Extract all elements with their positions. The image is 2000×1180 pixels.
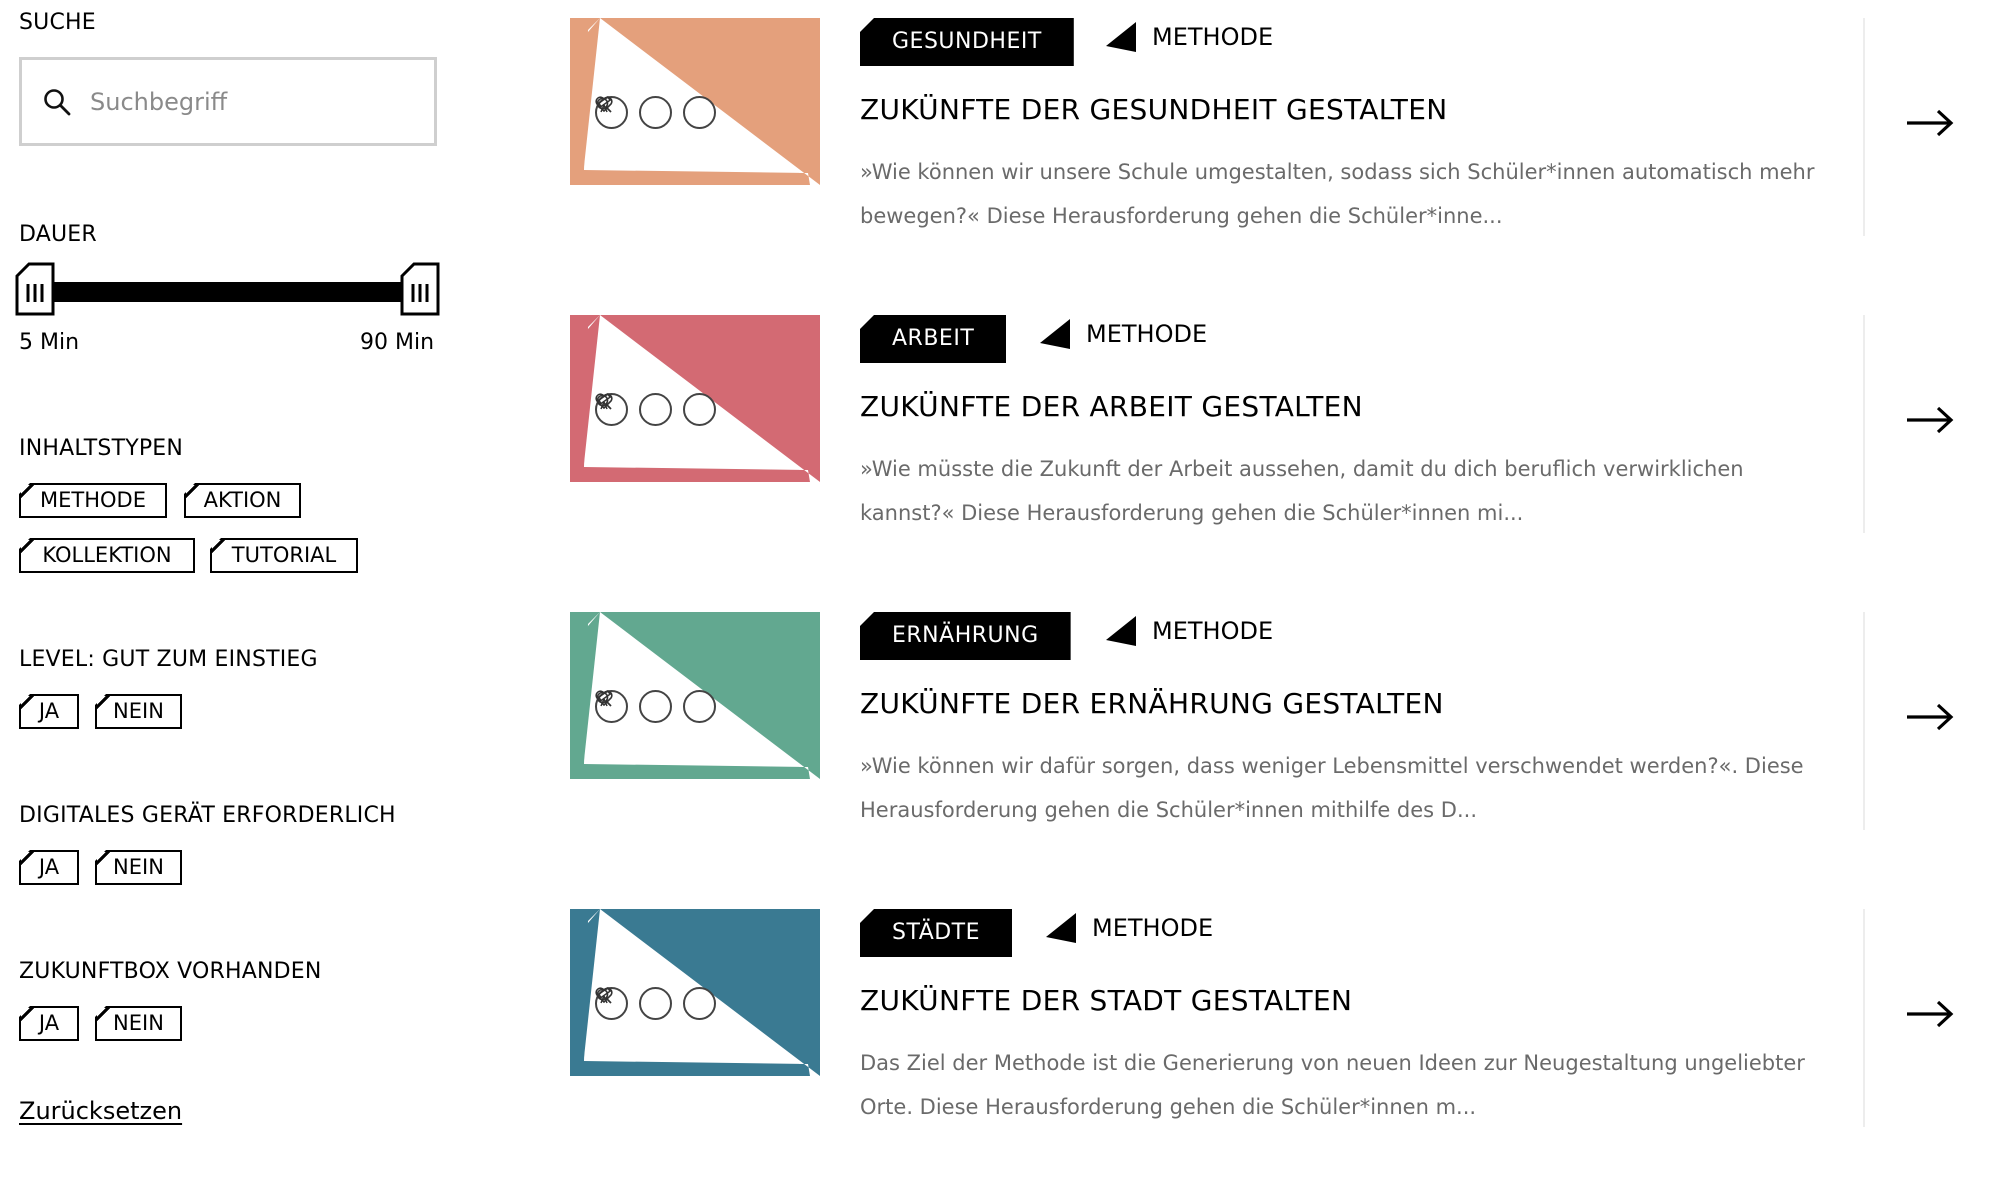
- thumbnail-icon-row: [595, 393, 716, 426]
- method-card[interactable]: ARBEIT METHODE ZUKÜNFTE DER ARBEIT GESTA…: [570, 315, 2000, 533]
- card-thumbnail[interactable]: [570, 315, 820, 482]
- content-type-tag: METHODE: [1038, 317, 1207, 351]
- chip-kollektion[interactable]: KOLLEKTION: [19, 538, 195, 573]
- level-heading: LEVEL: GUT ZUM EINSTIEG: [19, 647, 318, 672]
- method-card[interactable]: GESUNDHEIT METHODE ZUKÜNFTE DER GESUNDHE…: [570, 18, 2000, 236]
- card-thumbnail[interactable]: [570, 612, 820, 779]
- category-badge: ARBEIT: [860, 315, 1007, 363]
- search-heading: SUCHE: [19, 10, 96, 35]
- card-divider: [1863, 909, 1865, 1127]
- telescope-icon[interactable]: [597, 987, 716, 1020]
- chip-tutorial[interactable]: TUTORIAL: [210, 538, 358, 573]
- card-description: »Wie können wir dafür sorgen, dass wenig…: [860, 754, 1804, 822]
- card-title[interactable]: ZUKÜNFTE DER GESUNDHEIT GESTALTEN: [860, 93, 1447, 126]
- duration-min-label: 5 Min: [19, 330, 80, 355]
- content-type-tag: METHODE: [1104, 20, 1273, 54]
- thumbnail-icon-row: [595, 690, 716, 723]
- search-icon[interactable]: [596, 987, 672, 1020]
- telescope-icon[interactable]: [597, 393, 716, 426]
- zukunftbox-heading: ZUKUNFTBOX VORHANDEN: [19, 959, 322, 984]
- level-nein-chip[interactable]: NEIN: [95, 694, 182, 729]
- card-description: »Wie können wir unsere Schule umgestalte…: [860, 160, 1815, 228]
- triangle-type-icon: [1106, 616, 1136, 646]
- chip-aktion[interactable]: AKTION: [184, 483, 301, 518]
- reset-filters-link[interactable]: Zurücksetzen: [19, 1097, 182, 1125]
- chip-methode[interactable]: METHODE: [19, 483, 167, 518]
- card-thumbnail[interactable]: [570, 18, 820, 185]
- card-title[interactable]: ZUKÜNFTE DER STADT GESTALTEN: [860, 984, 1352, 1017]
- triangle-type-icon: [1040, 319, 1070, 349]
- content-type-tag: METHODE: [1104, 614, 1273, 648]
- duration-heading: DAUER: [19, 222, 97, 247]
- arrow-right-icon[interactable]: [1905, 999, 1955, 1029]
- content-type-label: METHODE: [1152, 617, 1274, 645]
- search-icon[interactable]: [596, 96, 672, 129]
- card-title[interactable]: ZUKÜNFTE DER ERNÄHRUNG GESTALTEN: [860, 687, 1444, 720]
- search-field[interactable]: [19, 57, 437, 146]
- card-description: »Wie müsste die Zukunft der Arbeit ausse…: [860, 457, 1744, 525]
- arrow-right-icon[interactable]: [1905, 108, 1955, 138]
- card-divider: [1863, 612, 1865, 830]
- digital-device-heading: DIGITALES GERÄT ERFORDERLICH: [19, 803, 396, 828]
- category-badge: GESUNDHEIT: [860, 18, 1074, 66]
- content-type-label: METHODE: [1092, 914, 1214, 942]
- zukunftbox-ja-chip[interactable]: JA: [19, 1006, 79, 1041]
- device-nein-chip[interactable]: NEIN: [95, 850, 182, 885]
- slider-min-handle[interactable]: [15, 262, 55, 316]
- content-type-label: METHODE: [1086, 320, 1208, 348]
- content-type-label: METHODE: [1152, 23, 1274, 51]
- duration-range-slider[interactable]: [15, 262, 440, 322]
- duration-max-label: 90 Min: [360, 330, 435, 355]
- card-title[interactable]: ZUKÜNFTE DER ARBEIT GESTALTEN: [860, 390, 1363, 423]
- card-divider: [1863, 315, 1865, 533]
- level-ja-chip[interactable]: JA: [19, 694, 79, 729]
- card-thumbnail[interactable]: [570, 909, 820, 1076]
- telescope-icon[interactable]: [597, 690, 716, 723]
- card-divider: [1863, 18, 1865, 236]
- category-badge: STÄDTE: [860, 909, 1013, 957]
- thumbnail-icon-row: [595, 987, 716, 1020]
- method-card[interactable]: ERNÄHRUNG METHODE ZUKÜNFTE DER ERNÄHRUNG…: [570, 612, 2000, 830]
- card-description: Das Ziel der Methode ist die Generierung…: [860, 1051, 1805, 1119]
- triangle-type-icon: [1046, 913, 1076, 943]
- thumbnail-icon-row: [595, 96, 716, 129]
- arrow-right-icon[interactable]: [1905, 405, 1955, 435]
- slider-max-handle[interactable]: [400, 262, 440, 316]
- triangle-type-icon: [1106, 22, 1136, 52]
- content-types-heading: INHALTSTYPEN: [19, 436, 184, 461]
- slider-track[interactable]: [43, 282, 413, 302]
- zukunftbox-nein-chip[interactable]: NEIN: [95, 1006, 182, 1041]
- telescope-icon[interactable]: [597, 96, 716, 129]
- search-icon[interactable]: [596, 393, 672, 426]
- arrow-right-icon[interactable]: [1905, 702, 1955, 732]
- search-icon: [44, 88, 71, 115]
- method-card[interactable]: STÄDTE METHODE ZUKÜNFTE DER STADT GESTAL…: [570, 909, 2000, 1127]
- search-input[interactable]: [88, 86, 412, 117]
- content-type-tag: METHODE: [1044, 911, 1213, 945]
- search-icon[interactable]: [596, 690, 672, 723]
- category-badge: ERNÄHRUNG: [860, 612, 1071, 660]
- device-ja-chip[interactable]: JA: [19, 850, 79, 885]
